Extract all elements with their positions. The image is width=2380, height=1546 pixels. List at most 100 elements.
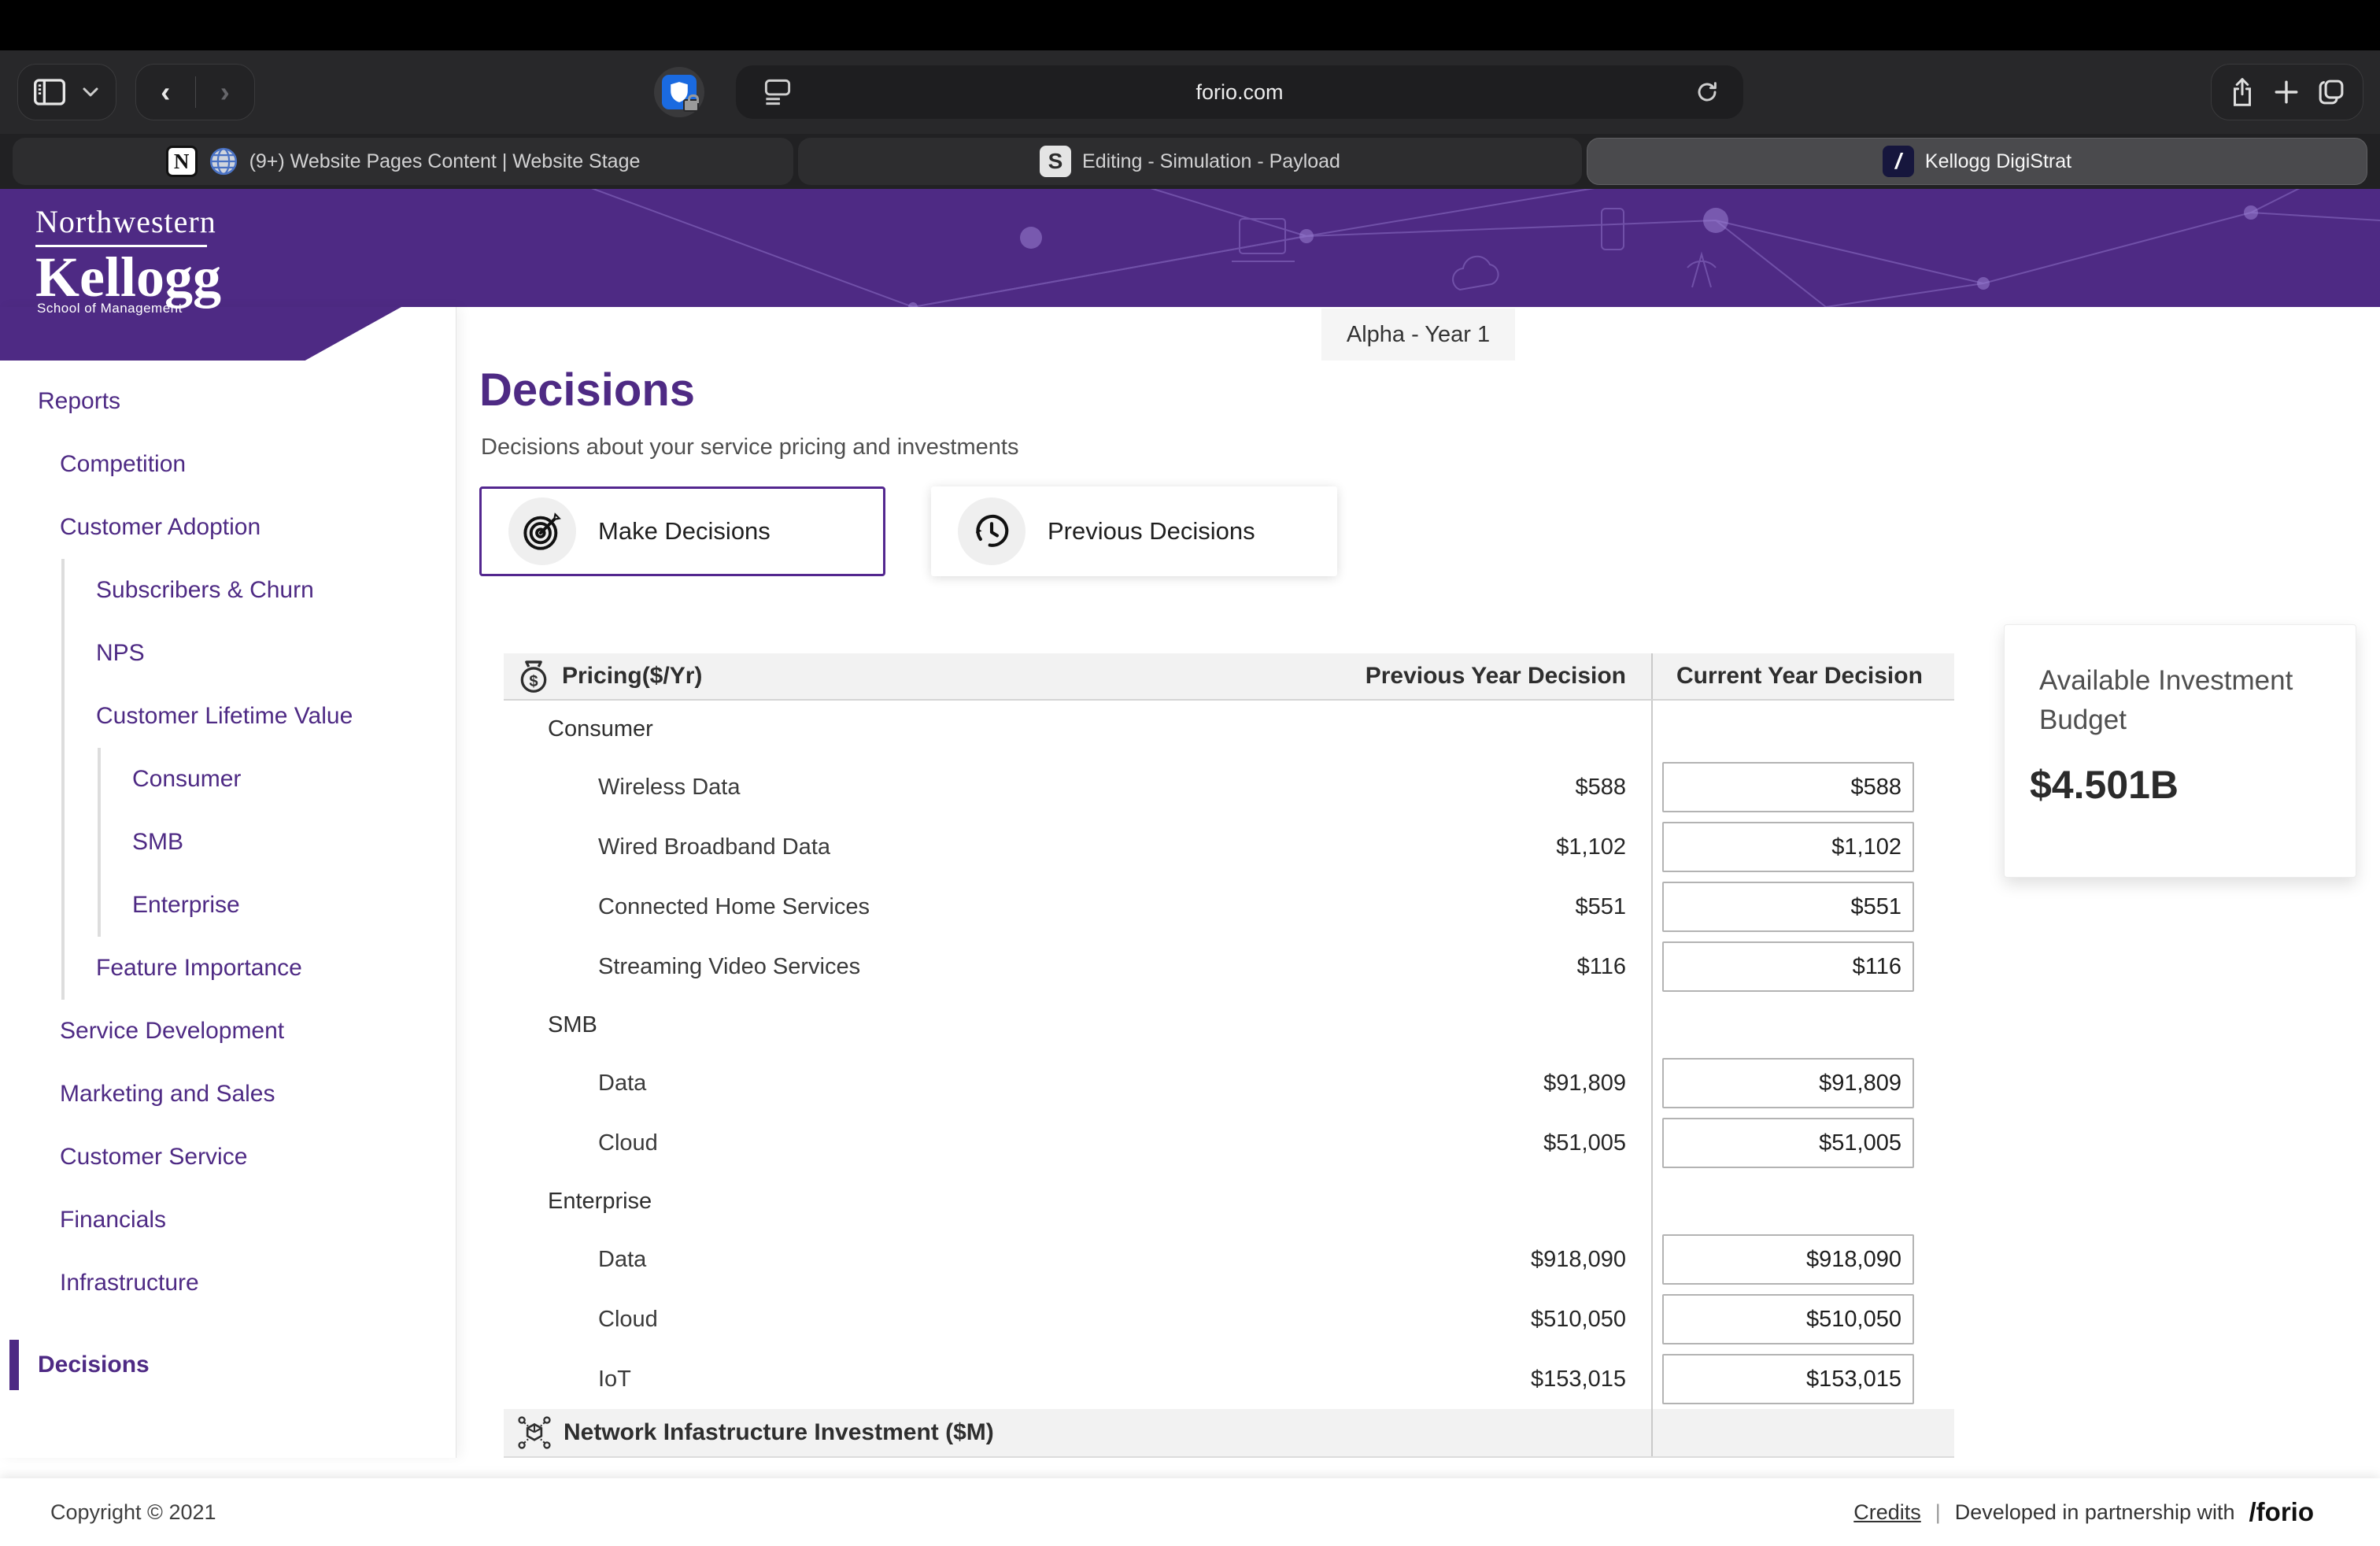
partnership-text: Developed in partnership with (1955, 1500, 2235, 1525)
row-label: Connected Home Services (598, 894, 870, 920)
sidebar-item-financials[interactable]: Financials (0, 1189, 456, 1252)
curr-year-column-header: Current Year Decision (1653, 663, 1923, 690)
sidebar-item-marketing-and-sales[interactable]: Marketing and Sales (0, 1063, 456, 1126)
shield-extension-icon (662, 75, 697, 109)
current-year-input[interactable] (1662, 882, 1914, 932)
refresh-icon[interactable] (1694, 80, 1720, 105)
globe-favicon (209, 146, 238, 176)
browser-tab-simulation[interactable]: S Editing - Simulation - Payload (798, 138, 1582, 185)
kellogg-logo: Northwestern Kellogg School of Managemen… (35, 203, 221, 316)
make-decisions-label: Make Decisions (598, 517, 771, 546)
sidebar-item-customer-service[interactable]: Customer Service (0, 1126, 456, 1189)
prev-year-value: $51,005 (1543, 1130, 1651, 1156)
table-row: IoT $153,015 (504, 1349, 1954, 1409)
section-label: Enterprise (548, 1189, 652, 1215)
main-content: Alpha - Year 1 Decisions Decisions about… (457, 307, 2380, 1478)
url-bar[interactable]: forio.com (736, 65, 1743, 119)
pricing-header-title: Pricing($/Yr) (562, 663, 702, 690)
sidebar-item-feature-importance[interactable]: Feature Importance (65, 937, 456, 1000)
prev-year-column-header: Previous Year Decision (1366, 663, 1651, 690)
back-button[interactable]: ‹ (161, 78, 170, 106)
prev-year-value: $551 (1575, 894, 1651, 920)
browser-toolbar: ‹ › forio.com (0, 50, 2380, 134)
url-text: forio.com (736, 80, 1743, 105)
browser-tab-notion[interactable]: N (9+) Website Pages Content | Website S… (13, 138, 793, 185)
table-row: Streaming Video Services$116 (504, 937, 1954, 997)
page-title: Decisions (479, 364, 695, 416)
section-label: SMB (548, 1012, 597, 1038)
current-year-input[interactable] (1662, 1294, 1914, 1344)
sidebar-item-customer-adoption[interactable]: Customer Adoption (0, 496, 456, 559)
new-tab-icon[interactable] (2273, 79, 2300, 105)
row-label: Cloud (598, 1130, 658, 1156)
page-subtitle: Decisions about your service pricing and… (481, 435, 1018, 460)
section-label: Consumer (548, 716, 653, 742)
share-icon[interactable] (2229, 77, 2256, 107)
current-year-input[interactable] (1662, 762, 1914, 812)
scenario-chip: Alpha - Year 1 (1321, 309, 1515, 361)
browser-tabbar: N (9+) Website Pages Content | Website S… (0, 134, 2380, 189)
money-bag-icon: $ (516, 657, 551, 695)
make-decisions-tab[interactable]: Make Decisions (479, 486, 885, 576)
budget-title: Available Investment Budget (2039, 661, 2323, 740)
previous-decisions-tab[interactable]: Previous Decisions (931, 486, 1337, 576)
target-icon (508, 497, 576, 565)
tab-overview-icon[interactable] (2317, 78, 2345, 106)
current-year-input[interactable] (1662, 822, 1914, 872)
row-label: Wired Broadband Data (598, 834, 830, 860)
password-extension-button[interactable] (654, 67, 704, 117)
row-label: Data (598, 1071, 646, 1097)
sidebar-item-enterprise[interactable]: Enterprise (101, 874, 456, 937)
sidebar-item-consumer[interactable]: Consumer (101, 748, 456, 811)
nav-buttons: ‹ › (135, 64, 255, 120)
credits-link[interactable]: Credits (1853, 1500, 1921, 1525)
sidebar-item-service-development[interactable]: Service Development (0, 1000, 456, 1063)
budget-card: Available Investment Budget $4.501B (2004, 624, 2356, 878)
section-row-enterprise: Enterprise (504, 1173, 1954, 1230)
sidebar-item-subscribers-churn[interactable]: Subscribers & Churn (65, 559, 456, 622)
current-year-input[interactable] (1662, 1234, 1914, 1285)
toolbar-right-buttons (2211, 64, 2363, 120)
network-cube-icon (516, 1415, 552, 1451)
sidebar-toggle-button[interactable] (17, 64, 116, 120)
macos-menubar (0, 0, 2380, 50)
table-row: Cloud $51,005 (504, 1113, 1954, 1173)
section-row-smb: SMB (504, 997, 1954, 1053)
digistrat-favicon: / (1883, 146, 1914, 177)
sidebar-group-clv: Consumer SMB Enterprise (98, 748, 456, 937)
table-row: Connected Home Services $551 (504, 877, 1954, 937)
tab-label: Editing - Simulation - Payload (1082, 150, 1340, 173)
row-label: IoT (598, 1367, 631, 1393)
budget-value: $4.501B (2030, 762, 2356, 808)
prev-year-value: $153,015 (1531, 1367, 1651, 1393)
svg-text:$: $ (529, 673, 538, 690)
app-header: 6 News lexiuser001 (0, 189, 2380, 307)
table-row: Data$918,090 (504, 1230, 1954, 1289)
current-year-input[interactable] (1662, 1118, 1914, 1168)
sidebar-item-nps[interactable]: NPS (65, 622, 456, 685)
section-row-consumer: Consumer (504, 701, 1954, 757)
sidebar-item-decisions[interactable]: Decisions (0, 1333, 456, 1396)
current-year-input[interactable] (1662, 941, 1914, 992)
tab-label: Kellogg DigiStrat (1925, 150, 2071, 173)
notion-favicon: N (166, 146, 198, 177)
sidebar-item-reports[interactable]: Reports (0, 370, 456, 433)
sidebar-item-competition[interactable]: Competition (0, 433, 456, 496)
forward-button[interactable]: › (220, 78, 230, 106)
logo-northwestern: Northwestern (35, 203, 221, 240)
page-footer: Copyright © 2021 Credits | Developed in … (0, 1478, 2380, 1546)
sidebar-item-smb[interactable]: SMB (101, 811, 456, 874)
sidebar-item-infrastructure[interactable]: Infrastructure (0, 1252, 456, 1315)
sidebar-item-customer-lifetime-value[interactable]: Customer Lifetime Value (65, 685, 456, 748)
browser-tab-digistrat-active[interactable]: / Kellogg DigiStrat (1587, 138, 2367, 185)
prev-year-value: $116 (1577, 954, 1651, 980)
pricing-table-header: $ Pricing($/Yr) Previous Year Decision C… (504, 653, 1954, 701)
tab-label: (9+) Website Pages Content | Website Sta… (249, 150, 641, 173)
current-year-input[interactable] (1662, 1354, 1914, 1404)
current-year-input[interactable] (1662, 1058, 1914, 1108)
logo-kellogg: Kellogg (35, 249, 221, 305)
simulation-favicon: S (1040, 146, 1071, 177)
prev-year-value: $91,809 (1543, 1071, 1651, 1097)
prev-year-value: $510,050 (1531, 1307, 1651, 1333)
sidebar-nav: HowToPlay Reports Competition Customer A… (0, 307, 456, 1458)
